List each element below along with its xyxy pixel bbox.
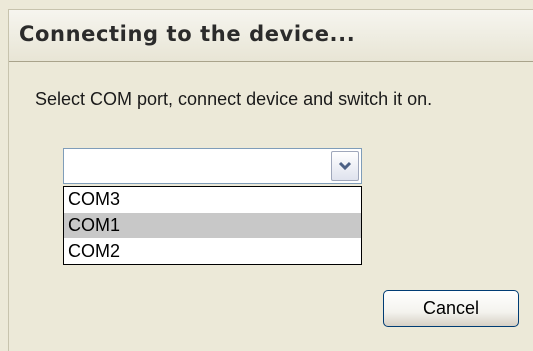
com-port-combobox[interactable] xyxy=(63,148,362,184)
list-item-com3[interactable]: COM3 xyxy=(64,187,361,212)
com-port-dropdown-list: COM3 COM1 COM2 xyxy=(63,186,362,265)
instruction-text: Select COM port, connect device and swit… xyxy=(35,89,433,109)
list-item-com2[interactable]: COM2 xyxy=(64,239,361,264)
cancel-button[interactable]: Cancel xyxy=(383,290,519,327)
chevron-down-icon xyxy=(338,161,352,171)
dialog-titlebar: Connecting to the device... xyxy=(9,10,533,62)
connect-dialog: Connecting to the device... Select COM p… xyxy=(8,9,533,351)
dialog-title: Connecting to the device... xyxy=(19,22,356,46)
dropdown-button[interactable] xyxy=(331,151,359,181)
list-item-com1[interactable]: COM1 xyxy=(64,213,361,238)
